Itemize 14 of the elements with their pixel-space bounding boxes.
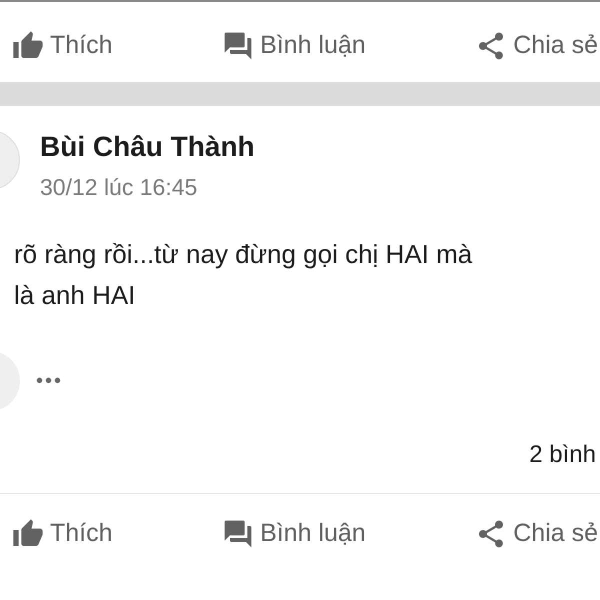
post-text: rõ ràng rồi...từ nay đừng gọi chị HAI mà (14, 238, 474, 270)
action-button[interactable]: Bình luận (222, 514, 366, 552)
author-name[interactable]: Bùi Châu Thành (40, 126, 255, 168)
more-comments-ellipsis[interactable]: ••• (36, 366, 64, 396)
action-button[interactable]: Chia sẻ (475, 27, 598, 65)
post-time: 30/12 lúc 16:45 (40, 173, 198, 202)
chat-bubbles-icon (222, 518, 254, 550)
action-button[interactable]: Bình luận (222, 27, 366, 65)
comment-count[interactable]: 2 bình (529, 436, 596, 472)
action-button[interactable]: Thích (12, 514, 113, 552)
action-button[interactable]: Thích (12, 27, 113, 65)
action-button[interactable]: Chia sẻ (475, 514, 598, 552)
post-text: là anh HAI (14, 278, 136, 312)
chat-bubbles-icon (222, 30, 254, 62)
